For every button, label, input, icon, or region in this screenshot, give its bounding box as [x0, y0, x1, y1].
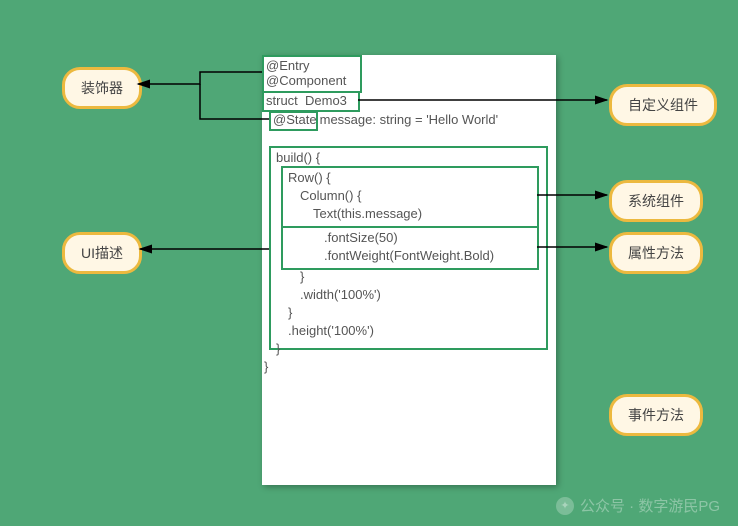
code-struct-keyword: struct [266, 93, 301, 108]
code-close2: } [288, 305, 292, 320]
code-close3: } [276, 341, 280, 356]
code-close1: } [300, 269, 304, 284]
label-attribute-method: 属性方法 [609, 232, 703, 274]
label-ui-desc: UI描述 [62, 232, 142, 274]
label-decorator: 装饰器 [62, 67, 142, 109]
code-line-entry: @Entry [266, 58, 310, 73]
label-event-method: 事件方法 [609, 394, 703, 436]
code-height: .height('100%') [288, 323, 374, 338]
code-build-open: build() { [276, 150, 320, 165]
code-width: .width('100%') [300, 287, 381, 302]
code-state-tag: @State [273, 112, 317, 127]
code-struct-name: Demo3 [305, 93, 351, 108]
label-custom-component: 自定义组件 [609, 84, 717, 126]
code-line-component: @Component [266, 73, 346, 88]
code-text-call: Text(this.message) [313, 206, 422, 221]
code-row-open: Row() { [288, 170, 331, 185]
code-font-weight: .fontWeight(FontWeight.Bold) [324, 248, 494, 263]
watermark-text: 公众号 · 数字游民PG [580, 495, 720, 516]
code-font-size: .fontSize(50) [324, 230, 398, 245]
wechat-icon: ✦ [556, 497, 574, 515]
code-close4: } [264, 359, 268, 374]
code-state-rest: message: string = 'Hello World' [316, 112, 498, 127]
label-system-component: 系统组件 [609, 180, 703, 222]
watermark: ✦ 公众号 · 数字游民PG [556, 495, 720, 516]
code-col-open: Column() { [300, 188, 361, 203]
